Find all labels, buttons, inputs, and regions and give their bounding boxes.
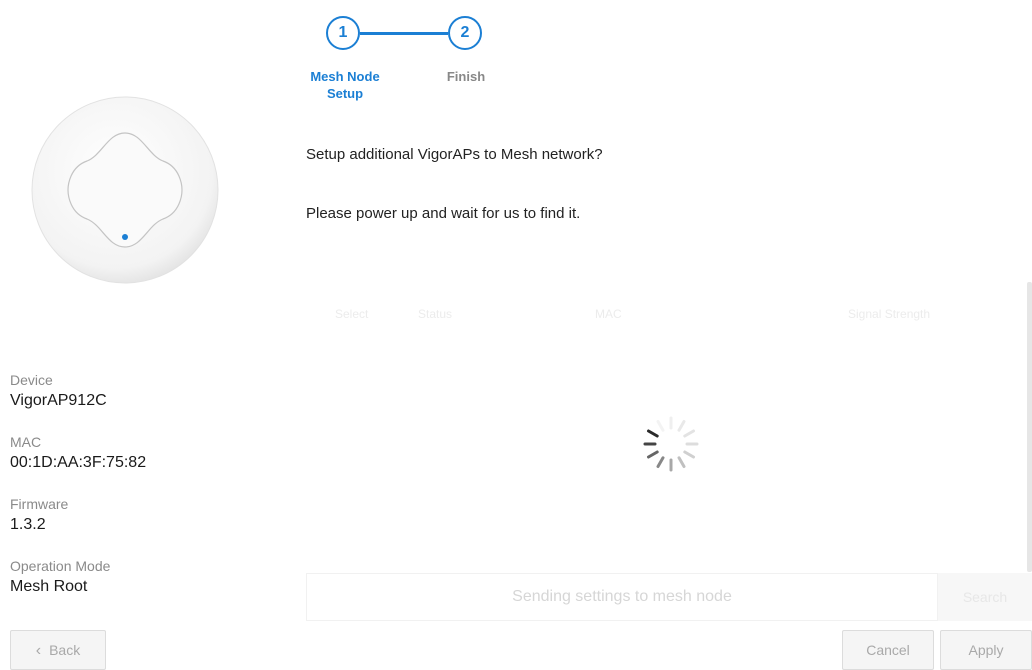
cancel-button[interactable]: Cancel — [842, 630, 934, 670]
mac-value: 00:1D:AA:3F:75:82 — [10, 454, 147, 471]
setup-instruction: Please power up and wait for us to find … — [306, 205, 581, 222]
search-button[interactable]: Search — [938, 573, 1032, 621]
scrollbar[interactable] — [1027, 282, 1032, 572]
stepper-connector — [360, 32, 448, 35]
step-1-circle: 1 — [326, 16, 360, 50]
apply-button[interactable]: Apply — [940, 630, 1032, 670]
column-header-select: Select — [335, 307, 369, 321]
back-button-label: Back — [49, 642, 81, 658]
device-value: VigorAP912C — [10, 392, 107, 409]
device-info-panel: Device VigorAP912C MAC 00:1D:AA:3F:75:82… — [10, 370, 250, 618]
column-header-status: Status — [418, 307, 453, 321]
mac-label: MAC — [10, 434, 42, 450]
step-1-label-line2: Setup — [326, 86, 364, 101]
device-label: Device — [10, 372, 53, 388]
setup-stepper: 1 2 Mesh Node Setup Finish — [300, 10, 510, 110]
step-2-label: Finish — [446, 69, 486, 84]
status-message: Sending settings to mesh node — [306, 573, 938, 621]
step-1-label: Mesh Node Setup — [300, 68, 390, 102]
column-header-mac: MAC — [595, 307, 622, 321]
step-1-label-line1: Mesh Node — [310, 69, 380, 84]
step-2-circle: 2 — [448, 16, 482, 50]
firmware-value: 1.3.2 — [10, 516, 46, 533]
chevron-left-icon: ‹ — [35, 642, 42, 659]
column-header-signal: Signal Strength — [848, 307, 931, 321]
operation-mode-label: Operation Mode — [10, 558, 111, 574]
loading-spinner-icon — [643, 416, 699, 472]
firmware-label: Firmware — [10, 496, 69, 512]
back-button[interactable]: ‹ Back — [10, 630, 106, 670]
setup-question: Setup additional VigorAPs to Mesh networ… — [306, 146, 603, 163]
access-point-image — [31, 96, 219, 284]
operation-mode-value: Mesh Root — [10, 578, 88, 595]
